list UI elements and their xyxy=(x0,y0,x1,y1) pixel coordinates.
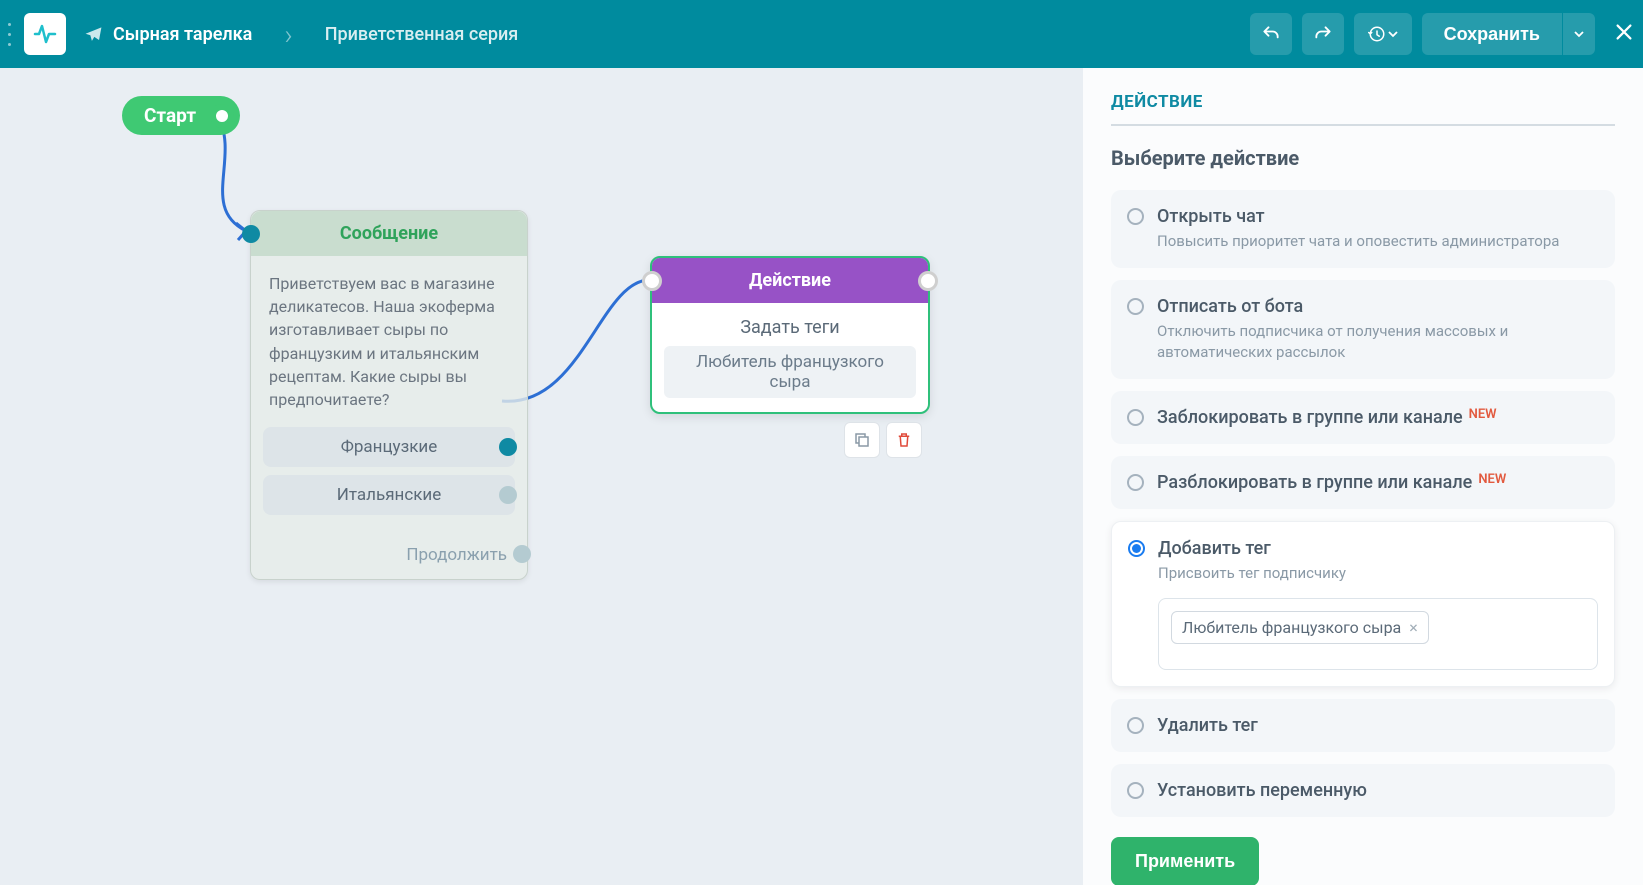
option-description: Присвоить тег подписчику xyxy=(1158,563,1598,584)
message-option-1[interactable]: Французкие xyxy=(263,427,515,467)
undo-icon xyxy=(1261,24,1281,44)
option-output-port[interactable] xyxy=(499,486,517,504)
close-icon xyxy=(1613,21,1635,43)
app-logo[interactable] xyxy=(24,13,66,55)
action-output-port[interactable] xyxy=(918,271,938,291)
action-node-header: Действие xyxy=(652,258,928,303)
save-button[interactable]: Сохранить xyxy=(1422,13,1562,55)
history-button[interactable] xyxy=(1354,13,1412,55)
option-description: Повысить приоритет чата и оповестить адм… xyxy=(1157,231,1599,252)
option-label: Установить переменную xyxy=(1157,780,1599,801)
breadcrumb: Сырная тарелка › Приветственная серия xyxy=(84,18,518,51)
action-input-port[interactable] xyxy=(642,271,662,291)
option-label: Удалить тег xyxy=(1157,715,1599,736)
panel-title: ДЕЙСТВИЕ xyxy=(1111,68,1615,126)
option-label: Отписать от бота xyxy=(1157,296,1599,317)
action-tag-chip: Любитель французкого сыра xyxy=(664,346,916,398)
option-label: Открыть чат xyxy=(1157,206,1599,227)
option-description: Отключить подписчика от получения массов… xyxy=(1157,321,1599,363)
app-header: Сырная тарелка › Приветственная серия Со… xyxy=(0,0,1643,68)
undo-button[interactable] xyxy=(1250,13,1292,55)
action-option-3[interactable]: Разблокировать в группе или каналеNEW xyxy=(1111,456,1615,509)
close-button[interactable] xyxy=(1613,19,1635,50)
radio-icon xyxy=(1127,298,1144,315)
radio-icon xyxy=(1127,208,1144,225)
option-label: Добавить тег xyxy=(1158,538,1598,559)
apply-button[interactable]: Применить xyxy=(1111,837,1259,885)
history-icon xyxy=(1368,25,1386,43)
start-node[interactable]: Старт xyxy=(122,96,240,135)
drag-handle-icon[interactable] xyxy=(8,19,18,49)
action-option-1[interactable]: Отписать от бота Отключить подписчика от … xyxy=(1111,280,1615,379)
message-text: Приветствуем вас в магазине деликатесов.… xyxy=(251,256,527,427)
chevron-down-icon xyxy=(1574,29,1584,39)
redo-icon xyxy=(1313,24,1333,44)
redo-button[interactable] xyxy=(1302,13,1344,55)
action-option-2[interactable]: Заблокировать в группе или каналеNEW xyxy=(1111,391,1615,444)
message-continue[interactable]: Продолжить xyxy=(251,537,527,579)
delete-node-button[interactable] xyxy=(886,422,922,458)
chevron-down-icon xyxy=(1388,29,1398,39)
tag-editor[interactable]: Любитель французкого сыра× xyxy=(1158,598,1598,670)
breadcrumb-separator-icon: › xyxy=(284,18,292,51)
start-output-port[interactable] xyxy=(210,104,234,128)
telegram-icon xyxy=(84,25,103,44)
action-subtitle: Задать теги xyxy=(664,317,916,338)
panel-subtitle: Выберите действие xyxy=(1111,146,1615,170)
radio-icon xyxy=(1127,474,1144,491)
copy-icon xyxy=(853,431,871,449)
message-node[interactable]: Сообщение Приветствуем вас в магазине де… xyxy=(250,210,528,580)
breadcrumb-project[interactable]: Сырная тарелка xyxy=(84,24,252,45)
radio-icon xyxy=(1128,540,1145,557)
action-option-4[interactable]: Добавить тег Присвоить тег подписчику Люби… xyxy=(1111,521,1615,687)
option-label: Заблокировать в группе или каналеNEW xyxy=(1157,407,1599,428)
new-badge: NEW xyxy=(1478,472,1506,487)
save-dropdown-button[interactable] xyxy=(1563,13,1595,55)
action-option-5[interactable]: Удалить тег xyxy=(1111,699,1615,752)
radio-icon xyxy=(1127,409,1144,426)
duplicate-node-button[interactable] xyxy=(844,422,880,458)
properties-panel: ДЕЙСТВИЕ Выберите действие Открыть чат По… xyxy=(1083,68,1643,885)
radio-icon xyxy=(1127,782,1144,799)
option-label: Разблокировать в группе или каналеNEW xyxy=(1157,472,1599,493)
action-option-6[interactable]: Установить переменную xyxy=(1111,764,1615,817)
action-option-0[interactable]: Открыть чат Повысить приоритет чата и опо… xyxy=(1111,190,1615,268)
pulse-icon xyxy=(33,22,57,46)
flow-canvas[interactable]: Старт Сообщение Приветствуем вас в магаз… xyxy=(0,68,1083,885)
message-node-header: Сообщение xyxy=(251,211,527,256)
new-badge: NEW xyxy=(1469,407,1497,422)
continue-output-port[interactable] xyxy=(513,545,531,563)
remove-tag-button[interactable]: × xyxy=(1409,618,1418,637)
action-node[interactable]: Действие Задать теги Любитель французког… xyxy=(650,256,930,414)
tag-chip: Любитель французкого сыра× xyxy=(1171,611,1429,644)
trash-icon xyxy=(895,431,913,449)
connection-wires xyxy=(0,68,1083,885)
radio-icon xyxy=(1127,717,1144,734)
message-option-2[interactable]: Итальянские xyxy=(263,475,515,515)
breadcrumb-flow[interactable]: Приветственная серия xyxy=(325,24,519,45)
message-input-port[interactable] xyxy=(242,225,260,243)
option-output-port[interactable] xyxy=(499,438,517,456)
